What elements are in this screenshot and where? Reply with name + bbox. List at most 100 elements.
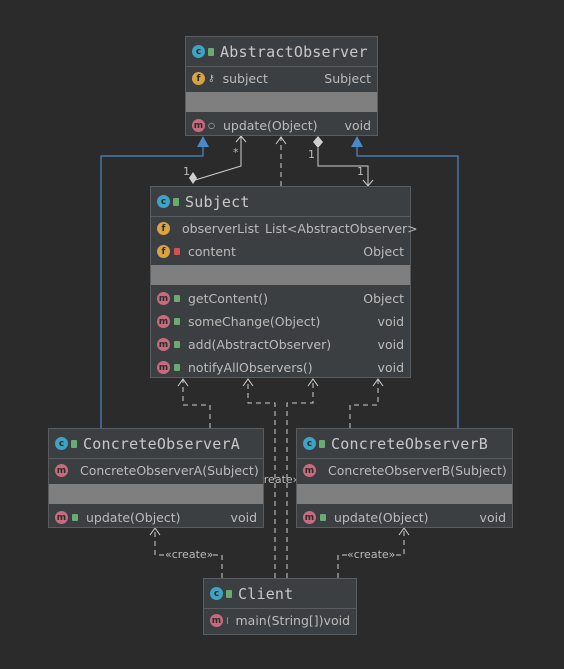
class-header: c AbstractObserver: [186, 37, 377, 67]
field-type: Subject: [324, 71, 371, 86]
class-header: c Subject: [151, 187, 410, 217]
class-concrete-observer-b[interactable]: c ConcreteObserverB m ConcreteObserverB(…: [296, 428, 513, 528]
aggregation-diamond-subject: [189, 172, 197, 184]
method-row[interactable]: m ConcreteObserverA(Subject): [49, 459, 263, 482]
method-icon: m: [210, 614, 223, 627]
public-icon: [208, 47, 214, 56]
method-name: update(Object): [334, 510, 429, 525]
method-type: void: [377, 337, 404, 352]
dependency-a-subject: [182, 380, 211, 428]
field-icon: f: [157, 245, 170, 258]
method-row[interactable]: m update(Object) void: [297, 506, 512, 529]
public-icon: [174, 295, 180, 302]
method-icon: m: [157, 361, 170, 374]
package-icon: ○: [208, 121, 215, 130]
class-abstract-observer[interactable]: c AbstractObserver f ⚷ subject Subject m…: [185, 36, 378, 136]
method-type: void: [230, 510, 257, 525]
class-title: AbstractObserver: [220, 42, 368, 61]
method-icon: m: [157, 292, 170, 305]
method-row[interactable]: m someChange(Object) void: [151, 310, 410, 333]
method-type: void: [344, 118, 371, 133]
field-row[interactable]: f observerList List<AbstractObserver>: [151, 217, 418, 240]
method-name: update(Object): [86, 510, 181, 525]
inheritance-a-arrow: [197, 136, 209, 147]
class-icon: c: [192, 45, 205, 58]
create-label-left: «create»: [165, 548, 214, 561]
multiplicity-star: *: [233, 146, 239, 159]
aggregation-observer-subject: [317, 148, 374, 187]
field-row[interactable]: f ⚷ subject Subject: [186, 67, 377, 90]
class-header: c ConcreteObserverA: [49, 429, 263, 459]
field-icon: f: [192, 72, 205, 85]
method-row[interactable]: m update(Object) void: [49, 506, 263, 529]
method-row[interactable]: m ConcreteObserverB(Subject): [297, 459, 512, 482]
method-row[interactable]: m getContent() Object: [151, 287, 410, 310]
class-concrete-observer-a[interactable]: c ConcreteObserverA m ConcreteObserverA(…: [48, 428, 264, 528]
public-icon: [174, 341, 180, 348]
method-row[interactable]: m add(AbstractObserver) void: [151, 333, 410, 356]
field-icon: f: [157, 222, 170, 235]
section-separator: [49, 484, 263, 504]
method-name: someChange(Object): [188, 314, 321, 329]
method-row[interactable]: m notifyAllObservers() void: [151, 356, 410, 379]
method-icon: m: [157, 338, 170, 351]
method-type: void: [323, 613, 350, 628]
method-name: getContent(): [188, 291, 268, 306]
class-client[interactable]: c Client m main(String[]) void: [203, 578, 357, 635]
method-row[interactable]: m ○ update(Object) void: [186, 114, 377, 137]
section-separator: [151, 265, 410, 285]
class-title: Subject: [185, 192, 250, 211]
method-name: add(AbstractObserver): [188, 337, 332, 352]
section-separator: [186, 92, 377, 112]
inheritance-b-arrow: [351, 136, 363, 147]
class-title: Client: [238, 584, 294, 603]
section-separator: [297, 484, 512, 504]
method-name: ConcreteObserverA(Subject): [80, 463, 259, 478]
multiplicity-one-target: 1: [357, 165, 364, 178]
method-icon: m: [55, 464, 68, 477]
class-icon: c: [303, 437, 316, 450]
public-icon: [320, 514, 326, 521]
class-header: c Client: [204, 579, 356, 609]
multiplicity-one-observer: 1: [308, 148, 315, 161]
class-subject[interactable]: c Subject f observerList List<AbstractOb…: [150, 186, 418, 379]
public-icon: [226, 589, 232, 598]
class-icon: c: [55, 437, 68, 450]
method-icon: m: [303, 464, 316, 477]
create-label-right: «create»: [347, 548, 396, 561]
public-icon: [71, 439, 77, 448]
field-row[interactable]: f content Object: [151, 240, 410, 263]
method-name: notifyAllObservers(): [188, 360, 313, 375]
method-icon: m: [192, 119, 205, 132]
method-name: update(Object): [222, 118, 318, 133]
field-type: List<AbstractObserver>: [265, 221, 418, 236]
class-icon: c: [157, 195, 170, 208]
protected-icon: ⚷: [208, 73, 215, 84]
class-title: ConcreteObserverB: [331, 434, 488, 453]
field-name: content: [188, 244, 236, 259]
public-icon: [227, 617, 228, 624]
public-icon: [174, 318, 180, 325]
multiplicity-one-subject: 1: [183, 165, 190, 178]
aggregation-diamond-observer: [313, 136, 323, 148]
field-type: Object: [363, 244, 404, 259]
method-name: main(String[]): [235, 613, 324, 628]
method-type: void: [377, 360, 404, 375]
method-name: ConcreteObserverB(Subject): [328, 463, 507, 478]
dependency-b-subject: [349, 380, 379, 428]
class-header: c ConcreteObserverB: [297, 429, 512, 459]
class-title: ConcreteObserverA: [83, 434, 240, 453]
method-icon: m: [303, 511, 316, 524]
public-icon: [173, 197, 179, 206]
method-icon: m: [157, 315, 170, 328]
method-row[interactable]: m main(String[]) void: [204, 609, 356, 632]
public-icon: [319, 439, 325, 448]
public-icon: [174, 364, 180, 371]
public-icon: [72, 514, 78, 521]
method-icon: m: [55, 511, 68, 524]
class-icon: c: [210, 587, 223, 600]
method-type: void: [377, 314, 404, 329]
field-name: observerList: [182, 221, 260, 236]
private-lock-icon: [174, 248, 180, 255]
method-type: void: [479, 510, 506, 525]
